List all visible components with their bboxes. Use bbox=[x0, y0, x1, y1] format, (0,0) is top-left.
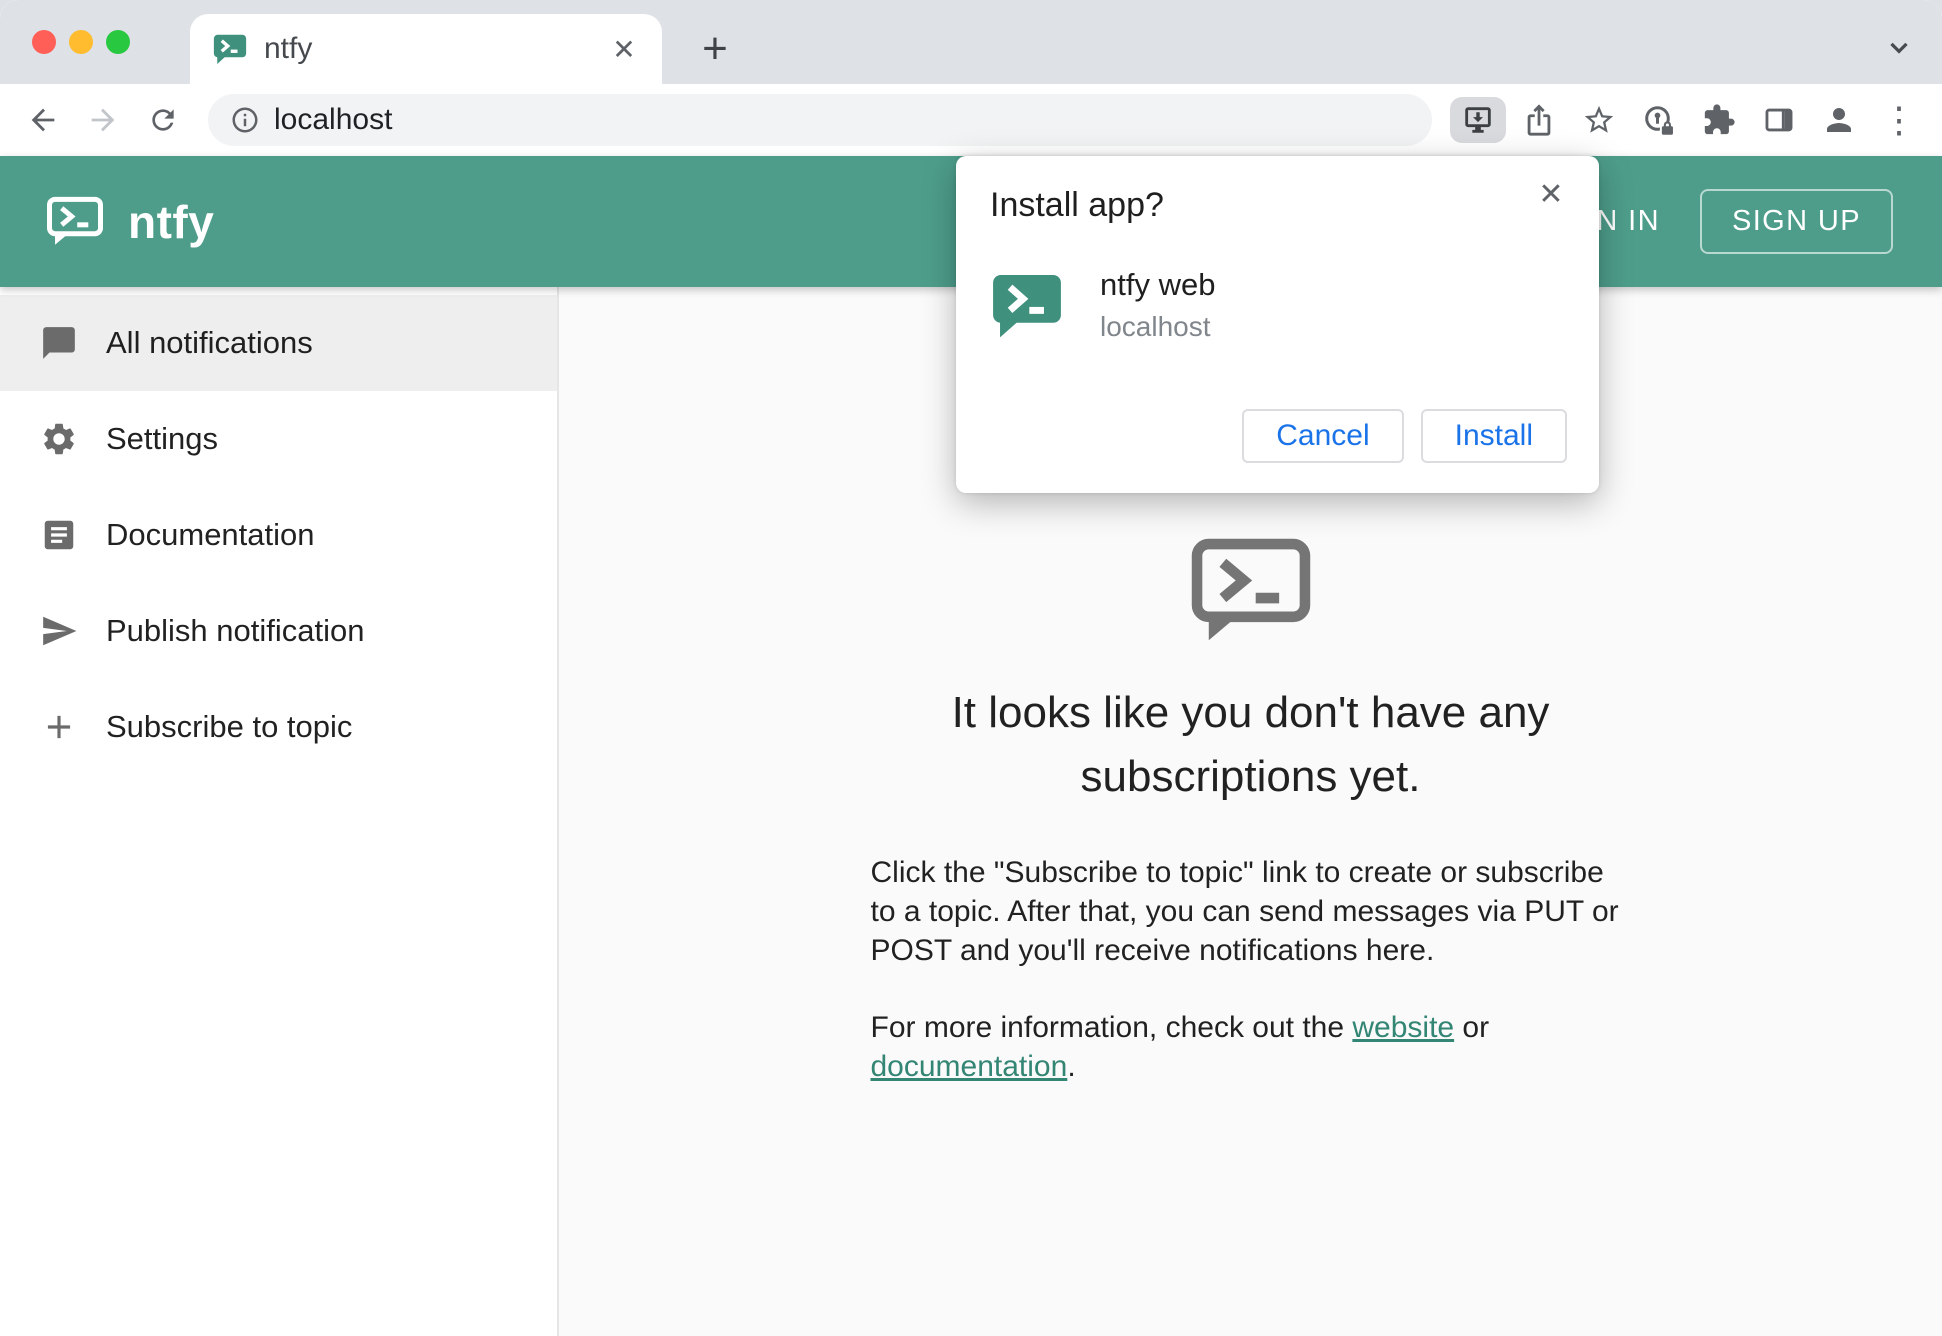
empty-state-heading: It looks like you don't have any subscri… bbox=[871, 681, 1631, 809]
sign-up-button[interactable]: SIGN UP bbox=[1700, 189, 1893, 254]
dialog-app-row: ntfy web localhost bbox=[990, 267, 1565, 343]
empty-state-paragraph-2: For more information, check out the webs… bbox=[871, 1008, 1631, 1086]
close-window-button[interactable] bbox=[32, 30, 56, 54]
extensions-puzzle-icon[interactable] bbox=[1692, 93, 1746, 147]
browser-menu-button[interactable]: ⋮ bbox=[1872, 93, 1926, 147]
sidebar-item-label: Subscribe to topic bbox=[106, 709, 352, 745]
sidebar-item-label: Settings bbox=[106, 421, 218, 457]
chat-icon bbox=[40, 324, 78, 362]
sidebar-item-subscribe-to-topic[interactable]: Subscribe to topic bbox=[0, 679, 557, 775]
paragraph-text: For more information, check out the bbox=[871, 1011, 1353, 1044]
dialog-app-origin: localhost bbox=[1100, 311, 1215, 343]
install-app-dialog: Install app? ✕ ntfy web localhost Cancel… bbox=[956, 156, 1599, 493]
profile-avatar-button[interactable] bbox=[1812, 93, 1866, 147]
window-controls bbox=[32, 30, 130, 54]
forward-button[interactable] bbox=[76, 93, 130, 147]
ntfy-logo-outline-icon bbox=[871, 537, 1631, 645]
tab-search-chevron-icon[interactable] bbox=[1882, 30, 1916, 64]
side-panel-button[interactable] bbox=[1752, 93, 1806, 147]
brand-name: ntfy bbox=[128, 195, 214, 249]
documentation-link[interactable]: documentation bbox=[871, 1050, 1068, 1083]
new-tab-button[interactable]: + bbox=[692, 26, 738, 72]
sidebar-item-label: Documentation bbox=[106, 517, 315, 553]
back-button[interactable] bbox=[16, 93, 70, 147]
paragraph-text: . bbox=[1067, 1050, 1075, 1083]
paragraph-text: or bbox=[1454, 1011, 1489, 1044]
cancel-button[interactable]: Cancel bbox=[1242, 409, 1403, 463]
article-icon bbox=[40, 516, 78, 554]
empty-state-paragraph: Click the "Subscribe to topic" link to c… bbox=[871, 853, 1631, 970]
browser-toolbar: localhost bbox=[0, 84, 1942, 156]
plus-icon bbox=[40, 708, 78, 746]
sidebar-item-publish-notification[interactable]: Publish notification bbox=[0, 583, 557, 679]
ntfy-favicon-icon bbox=[212, 31, 248, 67]
sidebar-item-all-notifications[interactable]: All notifications bbox=[0, 295, 557, 391]
tab-title: ntfy bbox=[264, 32, 588, 66]
install-button[interactable]: Install bbox=[1421, 409, 1567, 463]
gear-icon bbox=[40, 420, 78, 458]
minimize-window-button[interactable] bbox=[69, 30, 93, 54]
send-icon bbox=[40, 612, 78, 650]
browser-tab[interactable]: ntfy ✕ bbox=[190, 14, 662, 84]
empty-state: It looks like you don't have any subscri… bbox=[871, 537, 1631, 1086]
sidebar-item-label: All notifications bbox=[106, 325, 313, 361]
tab-strip: ntfy ✕ + bbox=[0, 0, 1942, 84]
close-tab-icon[interactable]: ✕ bbox=[604, 29, 644, 69]
ntfy-logo-icon bbox=[46, 196, 104, 247]
browser-window: ntfy ✕ + localhost bbox=[0, 0, 1942, 1336]
ntfy-app-icon bbox=[990, 268, 1064, 342]
dialog-app-name: ntfy web bbox=[1100, 267, 1215, 303]
reload-button[interactable] bbox=[136, 93, 190, 147]
password-manager-icon[interactable] bbox=[1632, 93, 1686, 147]
address-bar[interactable]: localhost bbox=[208, 94, 1432, 146]
sidebar: All notifications Settings Documentation… bbox=[0, 287, 559, 1336]
three-dots-icon: ⋮ bbox=[1881, 99, 1917, 141]
website-link[interactable]: website bbox=[1352, 1011, 1454, 1044]
site-info-icon[interactable] bbox=[230, 105, 260, 135]
share-button[interactable] bbox=[1512, 93, 1566, 147]
dialog-actions: Cancel Install bbox=[1242, 409, 1567, 463]
install-app-button[interactable] bbox=[1450, 97, 1506, 143]
dialog-close-icon[interactable]: ✕ bbox=[1529, 172, 1573, 216]
bookmark-star-button[interactable] bbox=[1572, 93, 1626, 147]
sidebar-item-documentation[interactable]: Documentation bbox=[0, 487, 557, 583]
zoom-window-button[interactable] bbox=[106, 30, 130, 54]
sidebar-item-settings[interactable]: Settings bbox=[0, 391, 557, 487]
dialog-title: Install app? bbox=[990, 186, 1565, 225]
url-text: localhost bbox=[274, 103, 392, 137]
sidebar-item-label: Publish notification bbox=[106, 613, 365, 649]
